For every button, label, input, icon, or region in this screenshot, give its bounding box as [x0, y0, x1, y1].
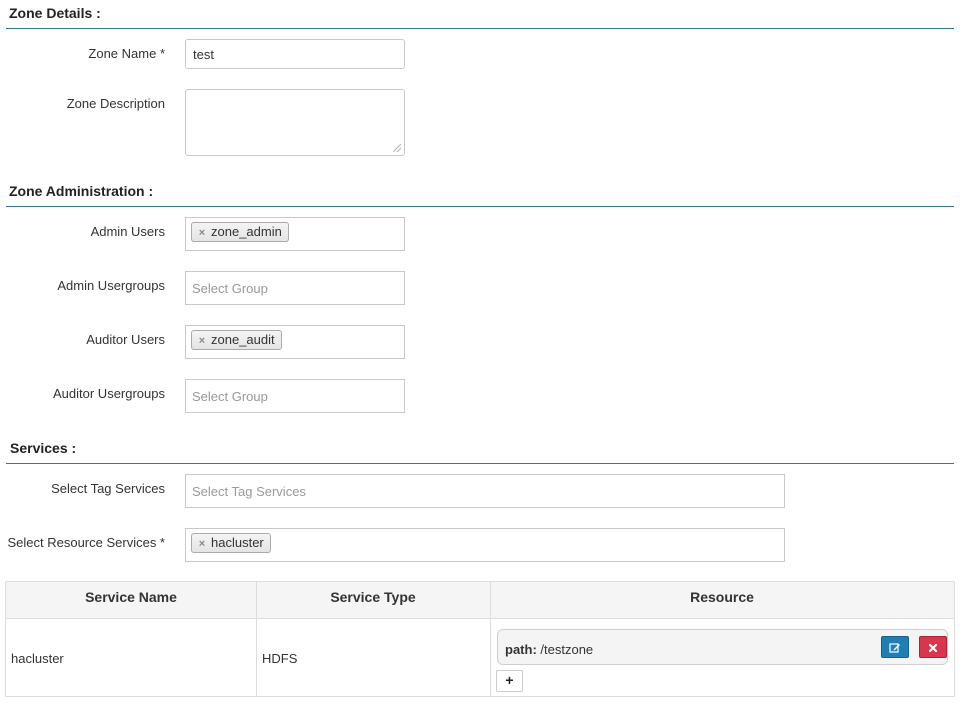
auditor-usergroups-label: Auditor Usergroups	[53, 386, 165, 401]
zone-administration-divider	[6, 206, 954, 207]
zone-description-label: Zone Description	[66, 96, 165, 111]
zone-details-title: Zone Details :	[9, 5, 101, 21]
admin-user-tag: × zone_admin	[191, 222, 289, 242]
auditor-users-select[interactable]: × zone_audit	[185, 325, 405, 359]
admin-usergroups-select[interactable]: Select Group	[185, 271, 405, 305]
tag-services-select[interactable]: Select Tag Services	[185, 474, 785, 508]
zone-form-page: Zone Details : Zone Name * test Zone Des…	[0, 0, 960, 703]
edit-icon	[889, 643, 900, 653]
admin-users-select[interactable]: × zone_admin	[185, 217, 405, 251]
tag-services-placeholder: Select Tag Services	[192, 484, 306, 499]
resource-services-select[interactable]: × hacluster	[185, 528, 785, 562]
header-service-type: Service Type	[256, 582, 490, 619]
header-service-name: Service Name	[6, 582, 256, 619]
zone-name-input[interactable]: test	[185, 39, 405, 69]
resource-service-tag-label: hacluster	[211, 535, 264, 550]
zone-description-textarea[interactable]	[185, 89, 405, 156]
remove-tag-icon[interactable]: ×	[196, 224, 208, 242]
zone-name-value: test	[193, 47, 214, 62]
zone-administration-title: Zone Administration :	[9, 183, 154, 199]
table-cell-service-type: HDFS	[262, 651, 298, 666]
resource-text: path: /testzone	[505, 642, 593, 657]
add-resource-button[interactable]: +	[496, 670, 523, 692]
resource-service-tag: × hacluster	[191, 533, 271, 553]
resource-value: /testzone	[540, 642, 594, 657]
admin-user-tag-label: zone_admin	[211, 224, 282, 239]
auditor-usergroups-select[interactable]: Select Group	[185, 379, 405, 413]
header-resource: Resource	[490, 582, 954, 619]
auditor-usergroups-placeholder: Select Group	[192, 389, 268, 404]
zone-name-label: Zone Name *	[88, 46, 165, 61]
auditor-users-label: Auditor Users	[86, 332, 165, 347]
remove-tag-icon[interactable]: ×	[196, 332, 208, 350]
resource-key: path:	[505, 642, 537, 657]
admin-usergroups-label: Admin Usergroups	[57, 278, 165, 293]
services-divider	[6, 463, 954, 464]
table-cell-service-name: hacluster	[11, 651, 64, 666]
delete-resource-button[interactable]	[919, 636, 947, 658]
resource-services-label: Select Resource Services *	[7, 535, 165, 550]
remove-tag-icon[interactable]: ×	[196, 535, 208, 553]
admin-usergroups-placeholder: Select Group	[192, 281, 268, 296]
tag-services-label: Select Tag Services	[51, 481, 165, 496]
services-title: Services :	[10, 440, 77, 456]
admin-users-label: Admin Users	[90, 224, 165, 239]
auditor-user-tag-label: zone_audit	[211, 332, 275, 347]
delete-icon	[928, 643, 938, 652]
column-divider	[256, 582, 257, 696]
zone-details-divider	[6, 28, 954, 29]
column-divider	[490, 582, 491, 696]
resource-item: path: /testzone	[497, 629, 948, 665]
auditor-user-tag: × zone_audit	[191, 330, 282, 350]
resize-grip-icon[interactable]	[393, 144, 401, 152]
edit-resource-button[interactable]	[881, 636, 909, 658]
